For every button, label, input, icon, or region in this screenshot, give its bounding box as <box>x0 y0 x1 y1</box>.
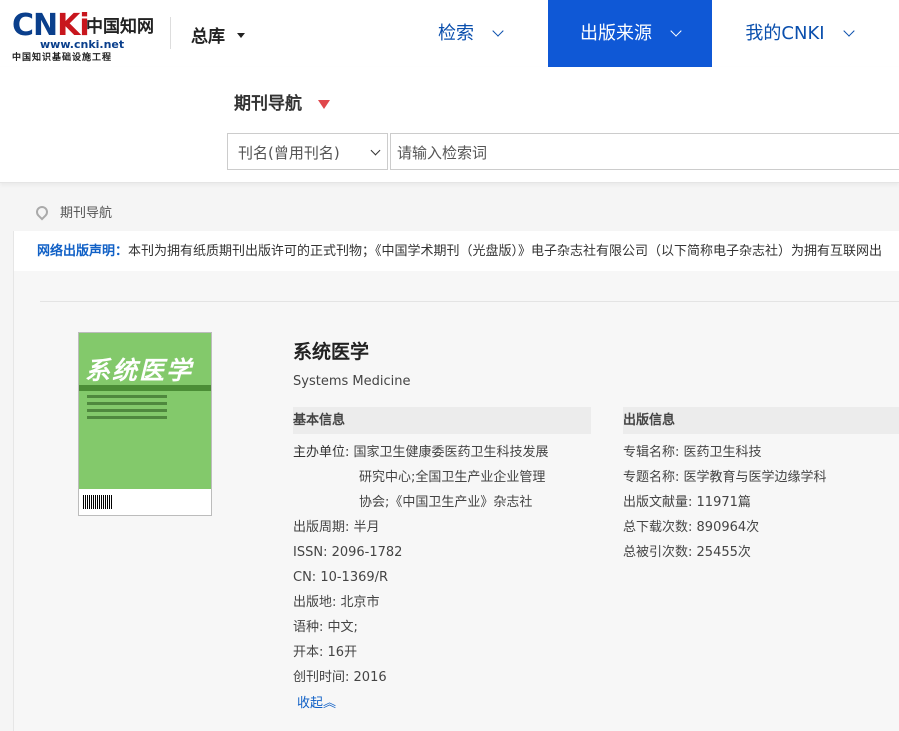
lang-key: 语种: <box>293 620 324 635</box>
chevron-down-icon <box>492 25 504 37</box>
journal-nav-label: 期刊导航 <box>234 94 302 114</box>
count-value: 11971篇 <box>696 495 751 510</box>
header-divider <box>170 17 171 49</box>
period-row: 出版周期: 半月 <box>293 515 380 540</box>
search-field-select[interactable]: 刊名(曾用刊名) <box>227 133 388 170</box>
count-key: 出版文献量: <box>623 495 693 510</box>
format-key: 开本: <box>293 645 324 660</box>
doc-count-row: 出版文献量: 11971篇 <box>623 490 751 515</box>
period-value: 半月 <box>353 520 380 535</box>
topic-row: 专题名称: 医学教育与医学边缘学科 <box>623 465 827 490</box>
top-navigation-bar: CNKi 中国知网 www.cnki.net 中国知识基础设施工程 总库 检索 … <box>0 0 899 67</box>
journal-navigation-dropdown[interactable]: 期刊导航 <box>234 89 330 114</box>
citations-row: 总被引次数: 25455次 <box>623 540 751 565</box>
nav-mine-label: 我的CNKI <box>745 23 825 44</box>
cn-row: CN: 10-1369/R <box>293 565 388 590</box>
divider <box>40 301 899 302</box>
founded-key: 创刊时间: <box>293 670 350 685</box>
issn-key: ISSN: <box>293 545 328 560</box>
topic-key: 专题名称: <box>623 470 680 485</box>
nav-search[interactable]: 检索 <box>410 0 530 67</box>
issn-row: ISSN: 2096-1782 <box>293 540 402 565</box>
issn-value: 2096-1782 <box>331 545 403 560</box>
place-row: 出版地: 北京市 <box>293 590 380 615</box>
cover-text-lines <box>87 395 167 423</box>
sponsor-row: 主办单位: 国家卫生健康委医药卫生科技发展 <box>293 440 549 465</box>
notice-text: 本刊为拥有纸质期刊出版许可的正式刊物；《中国学术期刊（光盘版）》电子杂志社有限公… <box>128 244 883 259</box>
nav-source-label: 出版来源 <box>580 23 652 44</box>
library-label: 总库 <box>191 27 225 46</box>
album-row: 专辑名称: 医药卫生科技 <box>623 440 762 465</box>
cnki-logo[interactable]: CNKi 中国知网 www.cnki.net 中国知识基础设施工程 <box>10 8 155 63</box>
barcode-icon <box>83 495 113 509</box>
place-key: 出版地: <box>293 595 337 610</box>
place-value: 北京市 <box>340 595 380 610</box>
journal-detail-card: 网络出版声明：本刊为拥有纸质期刊出版许可的正式刊物；《中国学术期刊（光盘版）》电… <box>13 231 899 731</box>
nav-search-label: 检索 <box>438 23 474 44</box>
basic-info-heading: 基本信息 <box>293 407 591 434</box>
breadcrumb: 期刊导航 <box>33 202 112 221</box>
language-row: 语种: 中文; <box>293 615 358 640</box>
triangle-down-icon <box>318 100 330 109</box>
chevron-down-icon <box>370 145 381 156</box>
cover-footer <box>79 489 211 515</box>
location-pin-icon <box>33 203 51 221</box>
sponsor-key: 主办单位: <box>293 445 350 460</box>
search-panel: 期刊导航 刊名(曾用刊名) 请输入检索词 <box>0 67 899 183</box>
format-value: 16开 <box>327 645 358 660</box>
chevron-down-icon <box>670 25 682 37</box>
sponsor-line-3: 协会;《中国卫生产业》杂志社 <box>359 495 533 510</box>
chevron-down-icon <box>842 25 855 37</box>
period-key: 出版周期: <box>293 520 350 535</box>
lang-value: 中文; <box>327 620 358 635</box>
cn-value: 10-1369/R <box>320 570 389 585</box>
caret-down-icon <box>237 33 245 39</box>
topic-value: 医学教育与医学边缘学科 <box>683 470 827 485</box>
journal-title: 系统医学 <box>293 341 370 363</box>
cover-band <box>79 385 211 391</box>
cn-key: CN: <box>293 570 317 585</box>
search-field-value: 刊名(曾用刊名) <box>238 144 340 162</box>
sponsor-line-1: 国家卫生健康委医药卫生科技发展 <box>353 445 549 460</box>
founded-row: 创刊时间: 2016 <box>293 665 387 690</box>
founded-value: 2016 <box>353 670 387 685</box>
cites-value: 25455次 <box>696 545 751 560</box>
downloads-row: 总下载次数: 890964次 <box>623 515 759 540</box>
nav-publication-source[interactable]: 出版来源 <box>548 0 712 67</box>
downloads-value: 890964次 <box>696 520 760 535</box>
search-placeholder: 请输入检索词 <box>397 144 488 162</box>
logo-brand-cn: 中国知网 <box>86 17 154 37</box>
breadcrumb-item[interactable]: 期刊导航 <box>60 206 112 221</box>
format-row: 开本: 16开 <box>293 640 357 665</box>
notice-lead: 网络出版声明： <box>37 244 129 259</box>
logo-subtitle: 中国知识基础设施工程 <box>12 53 113 63</box>
sponsor-line-2: 研究中心;全国卫生产业企业管理 <box>359 470 546 485</box>
journal-english-title: Systems Medicine <box>293 374 411 389</box>
nav-my-cnki[interactable]: 我的CNKI <box>724 0 874 67</box>
downloads-key: 总下载次数: <box>623 520 693 535</box>
publication-notice: 网络出版声明：本刊为拥有纸质期刊出版许可的正式刊物；《中国学术期刊（光盘版）》电… <box>14 231 899 271</box>
collapse-link[interactable]: 收起︽ <box>297 692 336 711</box>
cover-title: 系统医学 <box>85 356 194 385</box>
journal-cover-image[interactable]: 系统医学 <box>78 332 212 516</box>
cites-key: 总被引次数: <box>623 545 693 560</box>
publication-info-heading: 出版信息 <box>623 407 899 434</box>
library-dropdown[interactable]: 总库 <box>191 22 245 47</box>
search-input[interactable]: 请输入检索词 <box>390 133 899 170</box>
album-key: 专辑名称: <box>623 445 680 460</box>
album-value: 医药卫生科技 <box>683 445 762 460</box>
